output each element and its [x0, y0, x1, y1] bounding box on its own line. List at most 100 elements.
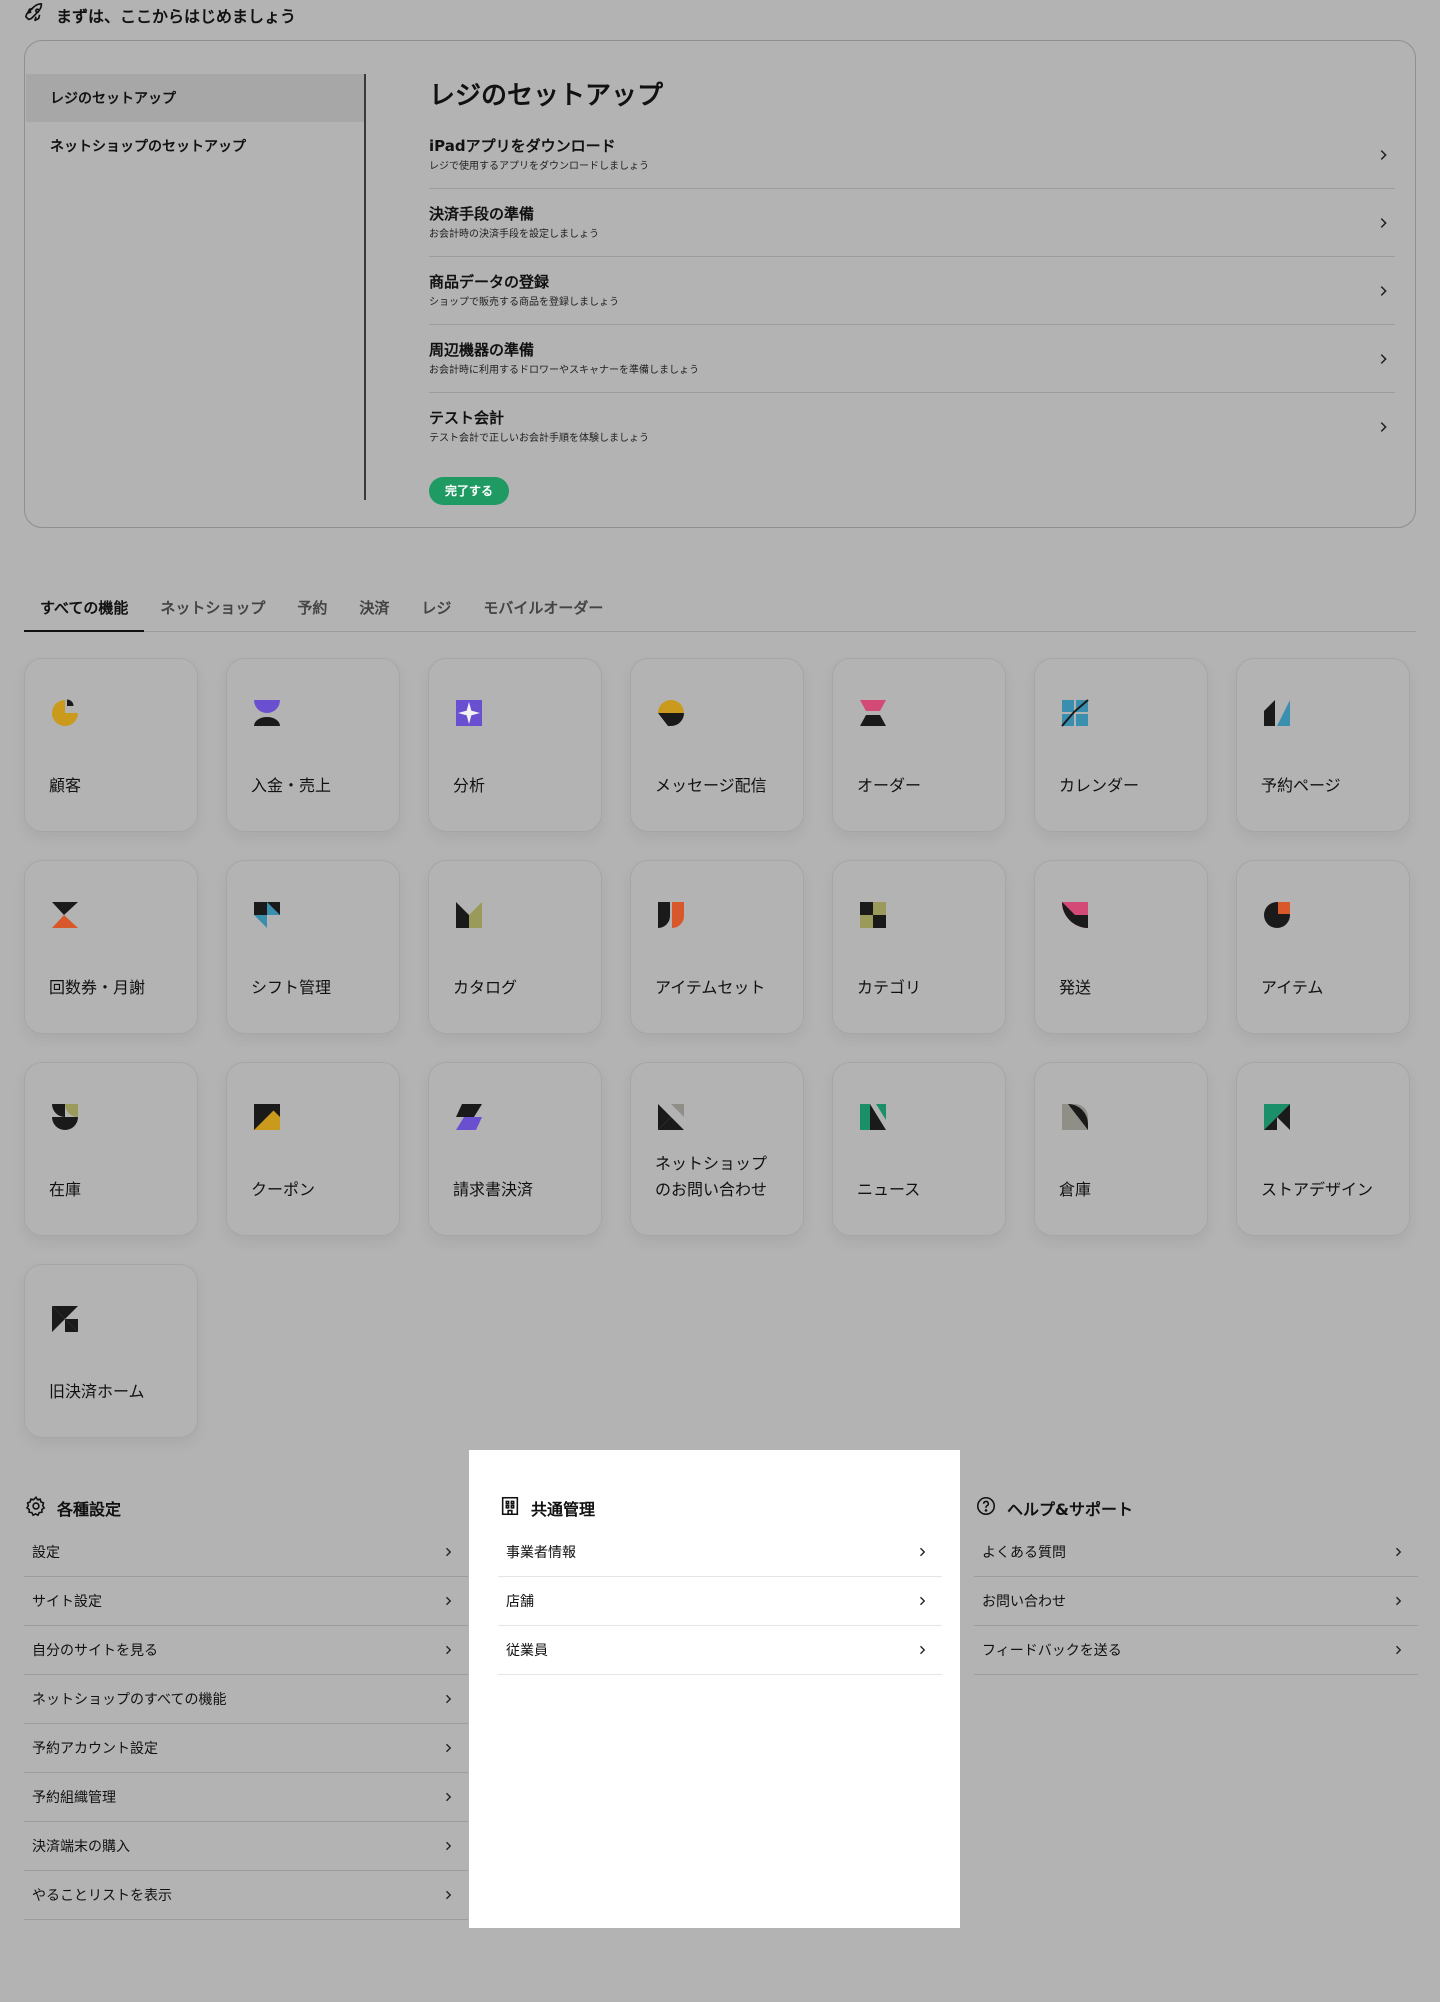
feature-label: ネットショップ のお問い合わせ [655, 1154, 768, 1199]
feature-card-news[interactable]: ニュース [832, 1062, 1006, 1236]
tab-booking[interactable]: 予約 [281, 590, 343, 632]
settings-row[interactable]: 決済端末の購入 [24, 1822, 468, 1871]
common-row[interactable]: 従業員 [498, 1626, 942, 1675]
setup-step[interactable]: 商品データの登録 ショップで販売する商品を登録しましょう [429, 257, 1395, 325]
help-header: ヘルプ&サポート [974, 1488, 1418, 1528]
help-row-label: よくある質問 [982, 1545, 1066, 1561]
tab-register[interactable]: レジ [405, 590, 467, 632]
settings-row[interactable]: やることリストを表示 [24, 1871, 468, 1920]
feature-card-calendar[interactable]: カレンダー [1034, 658, 1208, 832]
settings-row[interactable]: ネットショップのすべての機能 [24, 1675, 468, 1724]
feature-card-warehouse[interactable]: 倉庫 [1034, 1062, 1208, 1236]
feature-card-shop-inquiry[interactable]: ネットショップ のお問い合わせ [630, 1062, 804, 1236]
common-title: 共通管理 [531, 1500, 596, 1519]
chevron-right-icon [1386, 1540, 1410, 1564]
chevron-right-icon [1371, 143, 1395, 167]
setup-step-text: iPadアプリをダウンロード レジで使用するアプリをダウンロードしましょう [429, 136, 649, 174]
setup-nav-register[interactable]: レジのセットアップ [26, 74, 364, 122]
feature-label: カレンダー [1059, 776, 1140, 795]
setup-step-text: 商品データの登録 ショップで販売する商品を登録しましょう [429, 272, 619, 310]
settings-row[interactable]: 設定 [24, 1528, 468, 1577]
setup-step-subtitle: レジで使用するアプリをダウンロードしましょう [429, 160, 649, 172]
settings-row[interactable]: サイト設定 [24, 1577, 468, 1626]
feature-card-catalog[interactable]: カタログ [428, 860, 602, 1034]
setup-step[interactable]: 決済手段の準備お会計時の決済手段を設定しましょう [429, 189, 1395, 257]
settings-row-label: 予約組織管理 [32, 1790, 116, 1806]
shift-icon [251, 899, 283, 931]
settings-header: 各種設定 [24, 1488, 468, 1528]
feature-card-stock[interactable]: 在庫 [24, 1062, 198, 1236]
customer-icon [49, 697, 81, 729]
chevron-right-icon [436, 1687, 460, 1711]
feature-card-old-payment-home[interactable]: 旧決済ホーム [24, 1264, 198, 1438]
feature-card-store-design[interactable]: ストアデザイン [1236, 1062, 1410, 1236]
complete-button[interactable]: 完了する [429, 477, 510, 505]
setup-step-subtitle: お会計時の決済手段を設定しましょう [429, 228, 599, 240]
feature-card-item-set[interactable]: アイテムセット [630, 860, 804, 1034]
category-icon [857, 899, 889, 931]
setup-step-subtitle: テスト会計で正しいお会計手順を体験しましょう [429, 433, 649, 444]
help-row-label: フィードバックを送る [982, 1643, 1122, 1659]
settings-row[interactable]: 予約組織管理 [24, 1773, 468, 1822]
tab-netshop[interactable]: ネットショップ [144, 590, 281, 632]
chevron-right-icon [1386, 1638, 1410, 1662]
feature-label: 予約ページ [1261, 776, 1341, 795]
tab-payment[interactable]: 決済 [343, 590, 405, 632]
feature-card-ticket[interactable]: 回数券・月謝 [24, 860, 198, 1034]
chevron-right-icon [1371, 347, 1395, 371]
common-row-label: 従業員 [506, 1643, 548, 1659]
feature-tabs: すべての機能 ネットショップ 予約 決済 レジ モバイルオーダー [24, 590, 1416, 632]
setup-step-text: 決済手段の準備お会計時の決済手段を設定しましょう [429, 204, 599, 242]
feature-card-coupon[interactable]: クーポン [226, 1062, 400, 1236]
feature-label: 顧客 [49, 776, 82, 795]
building-icon [499, 1495, 521, 1521]
feature-card-analytics[interactable]: 分析 [428, 658, 602, 832]
feature-card-message[interactable]: メッセージ配信 [630, 658, 804, 832]
help-row[interactable]: よくある質問 [974, 1528, 1418, 1577]
common-panel: 共通管理 事業者情報 店舗従業員 [498, 1488, 942, 1675]
feature-card-booking-page[interactable]: 予約ページ [1236, 658, 1410, 832]
help-row[interactable]: お問い合わせ [974, 1577, 1418, 1626]
setup-nav-netshop[interactable]: ネットショップのセットアップ [26, 122, 364, 170]
common-row[interactable]: 事業者情報 [498, 1528, 942, 1577]
feature-label: 倉庫 [1059, 1180, 1092, 1199]
settings-row-label: サイト設定 [32, 1594, 102, 1610]
chevron-right-icon [436, 1736, 460, 1760]
calendar-icon [1059, 697, 1091, 729]
setup-step-title: 決済手段の準備 [429, 204, 535, 223]
message-icon [655, 697, 687, 729]
setup-step-title: 周辺機器の準備 [429, 340, 535, 359]
tab-mobile-order[interactable]: モバイルオーダー [467, 590, 619, 632]
setup-step[interactable]: iPadアプリをダウンロード レジで使用するアプリをダウンロードしましょう [429, 121, 1395, 189]
feature-card-category[interactable]: カテゴリ [832, 860, 1006, 1034]
feature-card-invoice[interactable]: 請求書決済 [428, 1062, 602, 1236]
feature-card-deposit-sales[interactable]: 入金・売上 [226, 658, 400, 832]
help-row[interactable]: フィードバックを送る [974, 1626, 1418, 1675]
feature-label: オーダー [857, 776, 922, 795]
chevron-right-icon [910, 1638, 934, 1662]
settings-row-label: 設定 [32, 1545, 60, 1561]
chevron-right-icon [910, 1540, 934, 1564]
chevron-right-icon [1371, 211, 1395, 235]
feature-card-shipping[interactable]: 発送 [1034, 860, 1208, 1034]
setup-step[interactable]: 周辺機器の準備 お会計時に利用するドロワーやスキャナーを準備しましょう [429, 325, 1395, 393]
item-icon [1261, 899, 1293, 931]
feature-label: 在庫 [49, 1180, 82, 1199]
store-design-icon [1261, 1101, 1293, 1133]
tab-all[interactable]: すべての機能 [24, 590, 145, 632]
settings-row[interactable]: 予約アカウント設定 [24, 1724, 468, 1773]
invoice-icon [453, 1101, 485, 1133]
feature-card-shift[interactable]: シフト管理 [226, 860, 400, 1034]
rocket-icon [24, 2, 46, 28]
chevron-right-icon [910, 1589, 934, 1613]
feature-card-customer[interactable]: 顧客 [24, 658, 198, 832]
feature-card-order[interactable]: オーダー [832, 658, 1006, 832]
chevron-right-icon [1386, 1589, 1410, 1613]
setup-step[interactable]: テスト会計 テスト会計で正しいお会計手順を体験しましょう [429, 393, 1395, 461]
old-payment-home-icon [49, 1303, 81, 1335]
feature-card-item[interactable]: アイテム [1236, 860, 1410, 1034]
common-row[interactable]: 店舗 [498, 1577, 942, 1626]
chevron-right-icon [436, 1834, 460, 1858]
settings-row[interactable]: 自分のサイトを見る [24, 1626, 468, 1675]
help-title: ヘルプ&サポート [1007, 1500, 1133, 1519]
